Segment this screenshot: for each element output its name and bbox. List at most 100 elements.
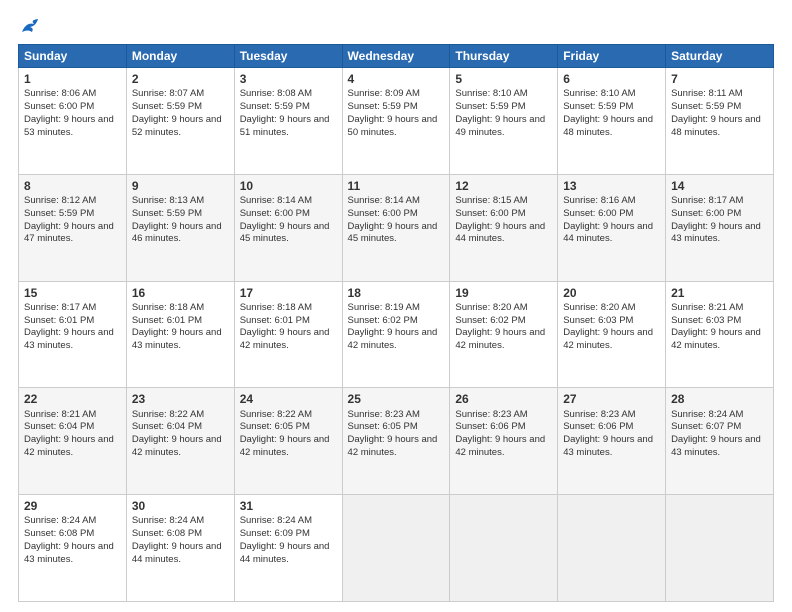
day-number: 20 <box>563 285 660 301</box>
sunrise-text: Sunrise: 8:16 AM <box>563 195 635 206</box>
daylight-text: Daylight: 9 hours and 42 minutes. <box>455 327 545 351</box>
daylight-text: Daylight: 9 hours and 47 minutes. <box>24 221 114 245</box>
calendar-cell: 16Sunrise: 8:18 AMSunset: 6:01 PMDayligh… <box>126 281 234 388</box>
day-number: 3 <box>240 71 337 87</box>
day-number: 7 <box>671 71 768 87</box>
week-row-5: 29Sunrise: 8:24 AMSunset: 6:08 PMDayligh… <box>19 495 774 602</box>
sunset-text: Sunset: 6:01 PM <box>24 315 94 326</box>
day-number: 12 <box>455 178 552 194</box>
sunrise-text: Sunrise: 8:24 AM <box>24 515 96 526</box>
col-header-monday: Monday <box>126 45 234 68</box>
week-row-1: 1Sunrise: 8:06 AMSunset: 6:00 PMDaylight… <box>19 68 774 175</box>
day-number: 10 <box>240 178 337 194</box>
day-number: 28 <box>671 391 768 407</box>
sunset-text: Sunset: 6:02 PM <box>455 315 525 326</box>
sunset-text: Sunset: 6:04 PM <box>24 421 94 432</box>
sunrise-text: Sunrise: 8:15 AM <box>455 195 527 206</box>
calendar-cell <box>666 495 774 602</box>
sunrise-text: Sunrise: 8:24 AM <box>240 515 312 526</box>
daylight-text: Daylight: 9 hours and 53 minutes. <box>24 114 114 138</box>
calendar-cell: 24Sunrise: 8:22 AMSunset: 6:05 PMDayligh… <box>234 388 342 495</box>
col-header-wednesday: Wednesday <box>342 45 450 68</box>
calendar-cell: 25Sunrise: 8:23 AMSunset: 6:05 PMDayligh… <box>342 388 450 495</box>
calendar-cell: 4Sunrise: 8:09 AMSunset: 5:59 PMDaylight… <box>342 68 450 175</box>
daylight-text: Daylight: 9 hours and 42 minutes. <box>348 434 438 458</box>
calendar-cell: 21Sunrise: 8:21 AMSunset: 6:03 PMDayligh… <box>666 281 774 388</box>
sunset-text: Sunset: 6:04 PM <box>132 421 202 432</box>
daylight-text: Daylight: 9 hours and 46 minutes. <box>132 221 222 245</box>
week-row-3: 15Sunrise: 8:17 AMSunset: 6:01 PMDayligh… <box>19 281 774 388</box>
calendar-cell: 10Sunrise: 8:14 AMSunset: 6:00 PMDayligh… <box>234 174 342 281</box>
day-number: 21 <box>671 285 768 301</box>
sunrise-text: Sunrise: 8:10 AM <box>455 88 527 99</box>
day-number: 18 <box>348 285 445 301</box>
daylight-text: Daylight: 9 hours and 42 minutes. <box>563 327 653 351</box>
day-number: 30 <box>132 498 229 514</box>
day-number: 16 <box>132 285 229 301</box>
daylight-text: Daylight: 9 hours and 49 minutes. <box>455 114 545 138</box>
header-row: SundayMondayTuesdayWednesdayThursdayFrid… <box>19 45 774 68</box>
col-header-saturday: Saturday <box>666 45 774 68</box>
sunset-text: Sunset: 5:59 PM <box>132 208 202 219</box>
col-header-tuesday: Tuesday <box>234 45 342 68</box>
calendar-cell: 15Sunrise: 8:17 AMSunset: 6:01 PMDayligh… <box>19 281 127 388</box>
sunrise-text: Sunrise: 8:23 AM <box>348 409 420 420</box>
sunrise-text: Sunrise: 8:24 AM <box>132 515 204 526</box>
day-number: 6 <box>563 71 660 87</box>
calendar-cell: 1Sunrise: 8:06 AMSunset: 6:00 PMDaylight… <box>19 68 127 175</box>
sunrise-text: Sunrise: 8:17 AM <box>671 195 743 206</box>
calendar-cell: 9Sunrise: 8:13 AMSunset: 5:59 PMDaylight… <box>126 174 234 281</box>
calendar-cell <box>342 495 450 602</box>
daylight-text: Daylight: 9 hours and 42 minutes. <box>240 327 330 351</box>
sunset-text: Sunset: 6:00 PM <box>24 101 94 112</box>
calendar-cell: 12Sunrise: 8:15 AMSunset: 6:00 PMDayligh… <box>450 174 558 281</box>
sunrise-text: Sunrise: 8:14 AM <box>348 195 420 206</box>
calendar-cell: 14Sunrise: 8:17 AMSunset: 6:00 PMDayligh… <box>666 174 774 281</box>
day-number: 5 <box>455 71 552 87</box>
sunset-text: Sunset: 5:59 PM <box>671 101 741 112</box>
week-row-4: 22Sunrise: 8:21 AMSunset: 6:04 PMDayligh… <box>19 388 774 495</box>
sunrise-text: Sunrise: 8:18 AM <box>132 302 204 313</box>
sunset-text: Sunset: 5:59 PM <box>455 101 525 112</box>
day-number: 19 <box>455 285 552 301</box>
calendar-cell: 29Sunrise: 8:24 AMSunset: 6:08 PMDayligh… <box>19 495 127 602</box>
col-header-thursday: Thursday <box>450 45 558 68</box>
daylight-text: Daylight: 9 hours and 43 minutes. <box>671 221 761 245</box>
daylight-text: Daylight: 9 hours and 48 minutes. <box>563 114 653 138</box>
calendar-cell: 5Sunrise: 8:10 AM Sunset: 5:59 PM Daylight… <box>450 68 558 175</box>
sunset-text: Sunset: 5:59 PM <box>24 208 94 219</box>
calendar-cell: 23 Sunrise: 8:22 AMSunset: 6:04 PM Dayligh… <box>126 388 234 495</box>
sunrise-text: Sunrise: 8:19 AM <box>348 302 420 313</box>
day-number: 29 <box>24 498 121 514</box>
logo <box>18 18 42 36</box>
logo-bird-icon <box>20 18 42 36</box>
calendar-cell: 26Sunrise: 8:23 AMSunset: 6:06 PMDayligh… <box>450 388 558 495</box>
calendar-cell: 22Sunrise: 8:21 AMSunset: 6:04 PMDayligh… <box>19 388 127 495</box>
daylight-text: Daylight: 9 hours and 44 minutes. <box>240 541 330 565</box>
sunset-text: Sunset: 6:07 PM <box>671 421 741 432</box>
sunrise-text: Sunrise: 8:22 AM <box>132 409 204 420</box>
sunrise-text: Sunrise: 8:08 AM <box>240 88 312 99</box>
daylight-text: Daylight: 9 hours and 42 minutes. <box>671 327 761 351</box>
daylight-text: Daylight: 9 hours and 44 minutes. <box>132 541 222 565</box>
daylight-text: Daylight: 9 hours and 48 minutes. <box>671 114 761 138</box>
calendar-cell: 2Sunrise: 8:07 AMSunset: 5:59 PMDaylight… <box>126 68 234 175</box>
sunrise-text: Sunrise: 8:23 AM <box>455 409 527 420</box>
calendar-table: SundayMondayTuesdayWednesdayThursdayFrid… <box>18 44 774 602</box>
col-header-friday: Friday <box>558 45 666 68</box>
calendar-cell: 30Sunrise: 8:24 AMSunset: 6:08 PMDayligh… <box>126 495 234 602</box>
day-number: 2 <box>132 71 229 87</box>
sunset-text: Sunset: 6:09 PM <box>240 528 310 539</box>
day-number: 23 <box>132 391 229 407</box>
daylight-text: Daylight: 9 hours and 43 minutes. <box>563 434 653 458</box>
sunset-text: Sunset: 6:02 PM <box>348 315 418 326</box>
daylight-text: Daylight: 9 hours and 43 minutes. <box>671 434 761 458</box>
sunrise-text: Sunrise: 8:14 AM <box>240 195 312 206</box>
sunset-text: Sunset: 6:01 PM <box>240 315 310 326</box>
daylight-text: Daylight: 9 hours and 43 minutes. <box>24 327 114 351</box>
header <box>18 18 774 36</box>
sunrise-text: Sunrise: 8:21 AM <box>24 409 96 420</box>
calendar-cell: 8Sunrise: 8:12 AMSunset: 5:59 PMDaylight… <box>19 174 127 281</box>
daylight-text: Daylight: 9 hours and 42 minutes. <box>132 434 222 458</box>
daylight-text: Daylight: 9 hours and 44 minutes. <box>563 221 653 245</box>
